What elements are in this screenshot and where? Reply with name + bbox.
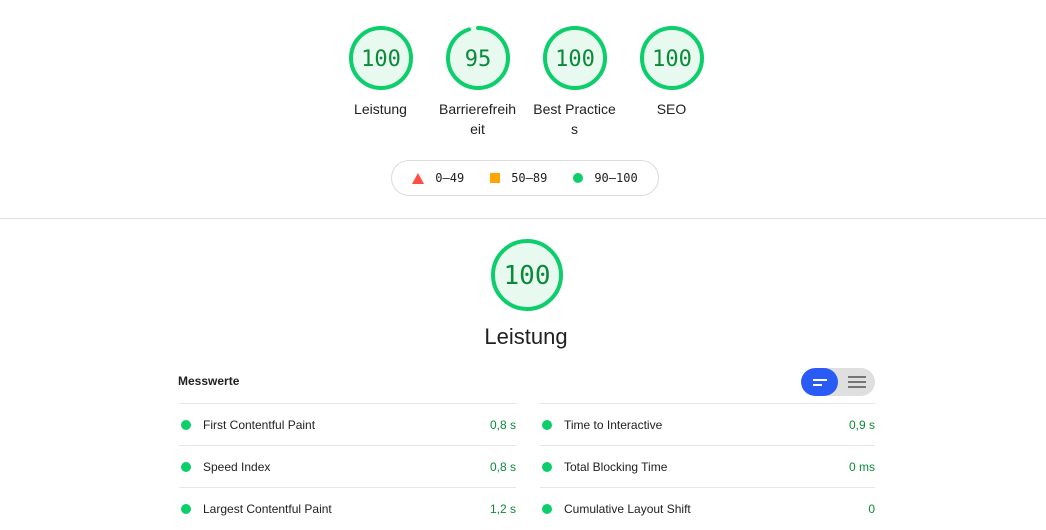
- pass-circle-icon: [181, 503, 191, 514]
- score-scale-legend: 0–49 50–89 90–100: [391, 160, 659, 196]
- gauge-seo[interactable]: 100 SEO: [623, 25, 720, 139]
- gauge-best-practices[interactable]: 100 Best Practices: [526, 25, 623, 139]
- legend-fail-range: 0–49: [435, 171, 465, 185]
- pass-circle-icon: [181, 419, 191, 430]
- gauge-performance-ring: 100: [348, 26, 413, 90]
- category-gauge-score: 100: [504, 261, 551, 291]
- metrics-column-right: Time to Interactive 0,9 s Total Blocking…: [540, 403, 875, 529]
- legend-pass-range: 90–100: [594, 171, 638, 185]
- metric-row: Speed Index 0,8 s: [179, 445, 516, 487]
- score-gauges: 100 Leistung 95 Barrierefreiheit 100 Bes…: [332, 25, 720, 139]
- section-divider: [0, 218, 1046, 219]
- legend-pass: 90–100: [573, 171, 638, 185]
- pass-circle-icon: [542, 419, 552, 430]
- gauge-seo-score: 100: [652, 47, 692, 72]
- gauge-accessibility[interactable]: 95 Barrierefreiheit: [429, 25, 526, 139]
- metric-value: 0,8 s: [489, 459, 516, 474]
- metrics-view-toggle: [801, 368, 875, 396]
- category-gauge: 100: [490, 238, 564, 317]
- metrics-column-left: First Contentful Paint 0,8 s Speed Index…: [179, 403, 516, 529]
- legend-fail: 0–49: [412, 171, 464, 185]
- lighthouse-report: 100 Leistung 95 Barrierefreiheit 100 Bes…: [0, 0, 1046, 530]
- view-expanded-button[interactable]: [838, 368, 875, 396]
- metric-value: 1,2 s: [489, 501, 516, 516]
- metric-title: Speed Index: [203, 459, 271, 474]
- compact-lines-icon: [812, 378, 827, 386]
- gauge-performance[interactable]: 100 Leistung: [332, 25, 429, 139]
- triangle-icon: [412, 172, 425, 184]
- gauge-best-practices-ring: 100: [542, 26, 607, 90]
- metric-row: First Contentful Paint 0,8 s: [179, 403, 516, 445]
- gauge-seo-label: SEO: [656, 101, 687, 117]
- metric-value: 0: [868, 501, 875, 516]
- gauge-performance-label: Leistung: [354, 101, 407, 117]
- legend-average-range: 50–89: [511, 171, 548, 185]
- metric-row: Time to Interactive 0,9 s: [540, 403, 875, 445]
- metric-title: First Contentful Paint: [203, 417, 316, 432]
- metric-title: Time to Interactive: [564, 417, 663, 432]
- category-gauge-ring: 100: [491, 239, 563, 311]
- metric-title: Cumulative Layout Shift: [564, 501, 691, 516]
- square-icon: [490, 173, 501, 183]
- metric-value: 0 ms: [848, 459, 875, 474]
- metric-value: 0,8 s: [489, 417, 516, 432]
- circle-icon: [573, 173, 584, 183]
- pass-circle-icon: [542, 461, 552, 472]
- gauge-accessibility-score: 95: [464, 47, 491, 72]
- gauge-best-practices-score: 100: [555, 47, 595, 72]
- gauge-best-practices-label: Best Practices: [533, 101, 616, 137]
- gauge-seo-ring: 100: [639, 26, 704, 90]
- metric-row: Cumulative Layout Shift 0: [540, 487, 875, 529]
- metric-title: Largest Contentful Paint: [203, 501, 332, 516]
- category-title: Leistung: [484, 324, 568, 349]
- metric-row: Total Blocking Time 0 ms: [540, 445, 875, 487]
- gauge-accessibility-ring: 95: [445, 26, 510, 90]
- pass-circle-icon: [542, 503, 552, 514]
- gauge-accessibility-label: Barrierefreiheit: [438, 101, 517, 137]
- metric-value: 0,9 s: [848, 417, 875, 432]
- gauge-performance-score: 100: [361, 47, 401, 72]
- metrics-header: Messwerte: [178, 374, 240, 388]
- metric-title: Total Blocking Time: [564, 459, 668, 474]
- pass-circle-icon: [181, 461, 191, 472]
- view-compact-button[interactable]: [801, 368, 838, 396]
- metric-row: Largest Contentful Paint 1,2 s: [179, 487, 516, 529]
- expanded-lines-icon: [847, 376, 866, 388]
- legend-average: 50–89: [490, 171, 547, 185]
